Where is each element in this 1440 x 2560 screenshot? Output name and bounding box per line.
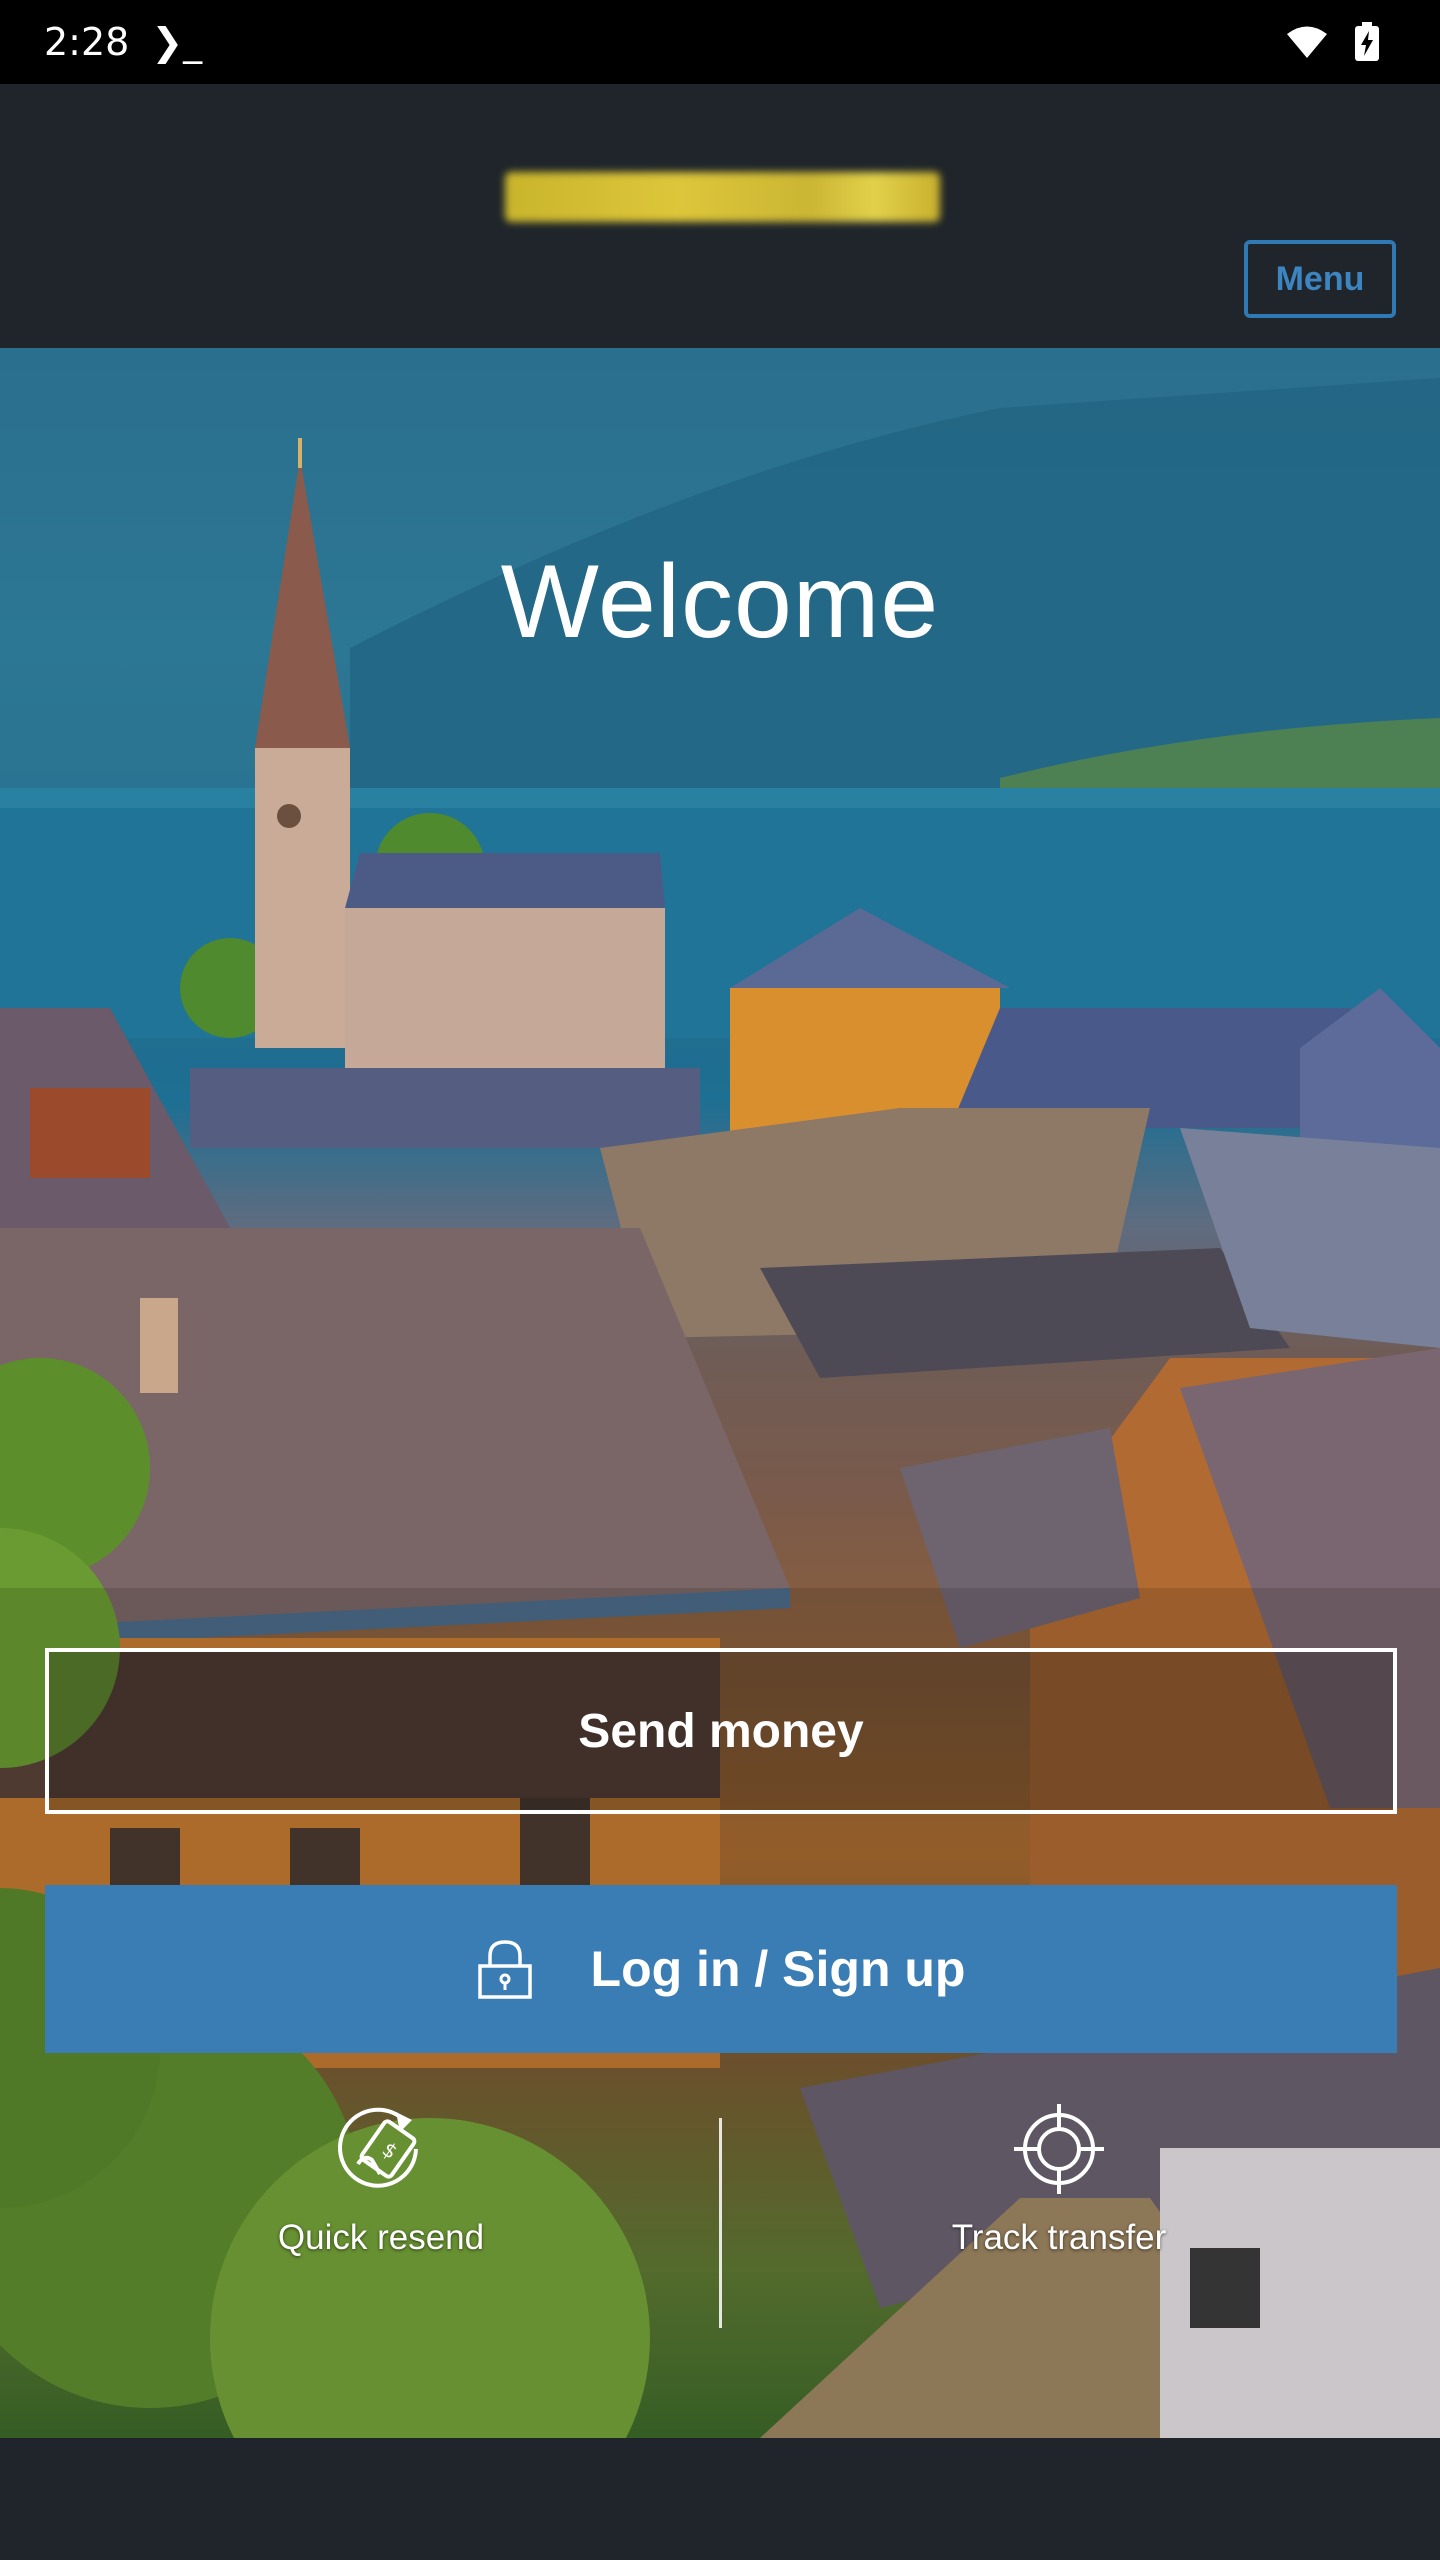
brand-logo-blurred <box>505 172 940 222</box>
status-bar: 2:28 ❯_ <box>0 0 1440 84</box>
track-transfer-label: Track transfer <box>951 2218 1167 2257</box>
lock-icon <box>477 1940 532 1999</box>
status-time: 2:28 <box>44 20 130 64</box>
send-money-button[interactable]: Send money <box>45 1648 1397 1814</box>
login-signup-label: Log in / Sign up <box>590 1941 966 1997</box>
svg-text:$: $ <box>378 2137 402 2164</box>
wifi-icon <box>1287 26 1327 58</box>
status-left: 2:28 ❯_ <box>44 20 202 64</box>
quick-actions-divider <box>719 2118 722 2328</box>
hero-banner: Welcome Send money Log in / Sign up $ Qu… <box>0 348 1440 2438</box>
terminal-icon: ❯_ <box>151 20 203 64</box>
quick-resend-link[interactable]: $ Quick resend <box>131 2104 631 2344</box>
status-right <box>1286 22 1380 62</box>
money-resend-icon: $ <box>338 2107 418 2188</box>
footer-bar <box>0 2438 1440 2560</box>
crosshair-icon <box>1014 2104 1104 2194</box>
track-transfer-link[interactable]: Track transfer <box>809 2104 1309 2344</box>
welcome-title: Welcome <box>500 544 940 660</box>
menu-button[interactable]: Menu <box>1244 240 1396 318</box>
login-signup-button[interactable]: Log in / Sign up <box>45 1885 1397 2053</box>
quick-resend-label: Quick resend <box>277 2218 485 2257</box>
battery-charging-icon <box>1355 22 1379 61</box>
